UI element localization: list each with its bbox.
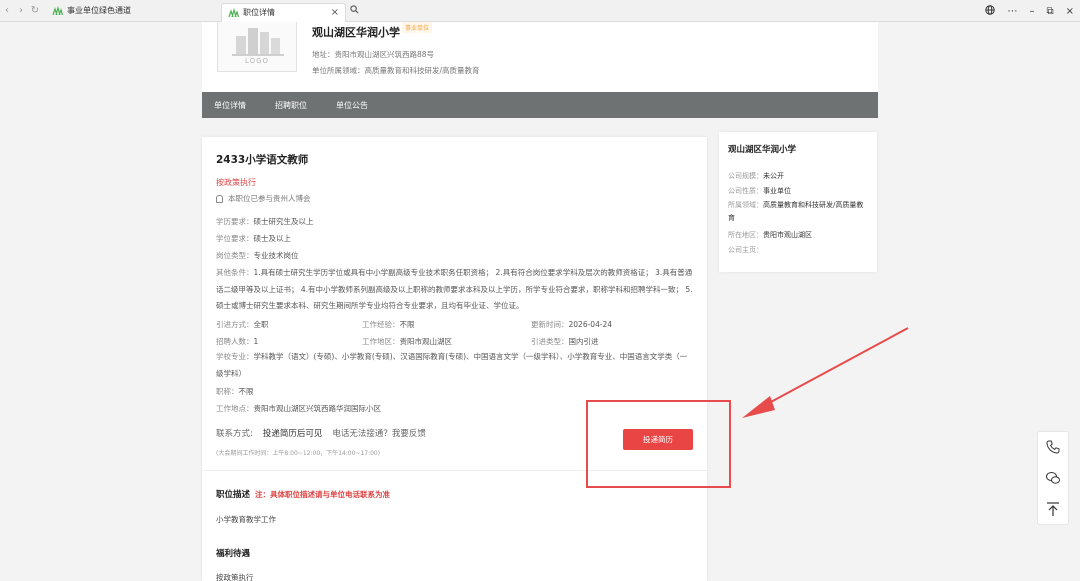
job-title: 2433小学语文教师 [216,154,309,166]
job-description-note: 注：具体职位描述请与单位电话联系为准 [255,490,391,499]
restore-icon[interactable]: ⧉ [1046,6,1053,17]
company-nav: 单位详情 招聘职位 单位公告 [202,92,878,118]
refresh-icon[interactable]: ↻ [28,4,42,18]
tab-job-openings[interactable]: 招聘职位 [275,100,307,111]
phone-icon[interactable] [1041,435,1065,459]
benefits-title: 福利待遇 [216,549,251,559]
company-header: LOGO 观山湖区华润小学 事业单位 地址：贵阳市观山湖区兴筑西路88号 单位所… [202,22,878,92]
search-icon[interactable] [350,4,359,17]
contact-value: 投递简历后可见 [262,429,323,439]
salary: 按政策执行 [216,178,256,187]
tab-label: 职位详情 [243,8,275,17]
info-row-1: 引进方式：全职 工作经验：不限 更新时间：2026-04-24 [216,320,613,329]
tab-label: 事业单位绿色通道 [67,6,131,15]
info-row-2: 招聘人数：1 工作地区：贵阳市观山湖区 引进类型：国内引进 [216,337,599,346]
back-to-top-icon[interactable] [1041,497,1065,521]
more-icon[interactable]: ⋯ [1007,6,1017,17]
tab-favicon-icon [52,6,63,15]
company-field: 单位所属领域：高质量教育和科技研发/高质量教育 [312,66,480,75]
majors: 学校专业：学科教学（语文）(专硕)、小学教育(专硕)、汉语国际教育(专硕)、中国… [216,352,688,378]
tab-company-notices[interactable]: 单位公告 [336,100,368,111]
benefits-body: 按政策执行 [216,573,254,581]
tab-favicon-icon [228,8,239,17]
floating-toolbar [1037,431,1069,525]
position-type: 岗位类型：专业技术岗位 [216,251,299,260]
logo-building-icon [232,28,284,56]
work-location: 工作地点：贵阳市观山湖区兴筑西路华润国际小区 [216,404,381,413]
feedback-link[interactable]: 电话无法接通？我要反馈 [332,427,426,439]
company-logo: LOGO [217,22,297,72]
wechat-icon[interactable] [1041,466,1065,490]
job-detail-card: 2433小学语文教师 按政策执行 本职位已参与贵州人博会 学历要求：硕士研究生及… [202,137,707,581]
forward-icon[interactable]: › [14,4,28,18]
company-nature: 公司性质：事业单位 [728,187,791,195]
tab-company-detail[interactable]: 单位详情 [214,100,246,111]
window-controls: ⋯ – ⧉ × [985,0,1074,22]
company-homepage: 公司主页： [728,246,763,254]
side-company-name: 观山湖区华润小学 [728,145,797,155]
job-description-body: 小学教育教学工作 [216,515,276,524]
job-description-title: 职位描述 注：具体职位描述请与单位电话联系为准 [216,490,391,500]
other-conditions: 其他条件：1.具有硕士研究生学历学位或具有中小学副高级专业技术职务任职资格； 2… [216,268,693,310]
office-hours: (大会期间工作时间：上午8:00~12:00，下午14:00~17:00) [216,450,381,457]
browser-tabbar: ‹ › ↻ 事业单位绿色通道 职位详情 × ⋯ – ⧉ × [0,0,1080,22]
highlight-box [586,400,731,488]
logo-text: LOGO [244,57,270,65]
close-icon[interactable]: × [331,7,339,18]
company-scale: 公司规模：未公开 [728,172,784,180]
edu-requirement: 学历要求：硕士研究生及以上 [216,217,314,226]
company-type-badge: 事业单位 [402,22,433,33]
company-address: 地址：贵阳市观山湖区兴筑西路88号 [312,50,435,59]
contact-info: 联系方式: 投递简历后可见 电话无法接通？我要反馈 [216,427,426,439]
company-field-side: 所属领域：高质量教育和科技研发/高质量教育 [728,201,864,222]
globe-icon[interactable] [985,4,996,18]
company-summary-card: 观山湖区华润小学 公司规模：未公开 公司性质：事业单位 所属领域：高质量教育和科… [719,132,877,272]
minimize-icon[interactable]: – [1029,6,1034,17]
bell-icon [216,194,223,203]
close-icon[interactable]: × [1066,6,1074,17]
expo-note: 本职位已参与贵州人博会 [216,193,311,204]
title-requirement: 职称：不限 [216,387,254,396]
back-icon[interactable]: ‹ [0,4,14,18]
company-area: 所在地区：贵阳市观山湖区 [728,231,812,239]
company-name: 观山湖区华润小学 [312,26,400,39]
degree-requirement: 学位要求：硕士及以上 [216,234,291,243]
tab-green-channel[interactable]: 事业单位绿色通道 [46,1,166,20]
tab-job-detail[interactable]: 职位详情 × [221,2,346,22]
